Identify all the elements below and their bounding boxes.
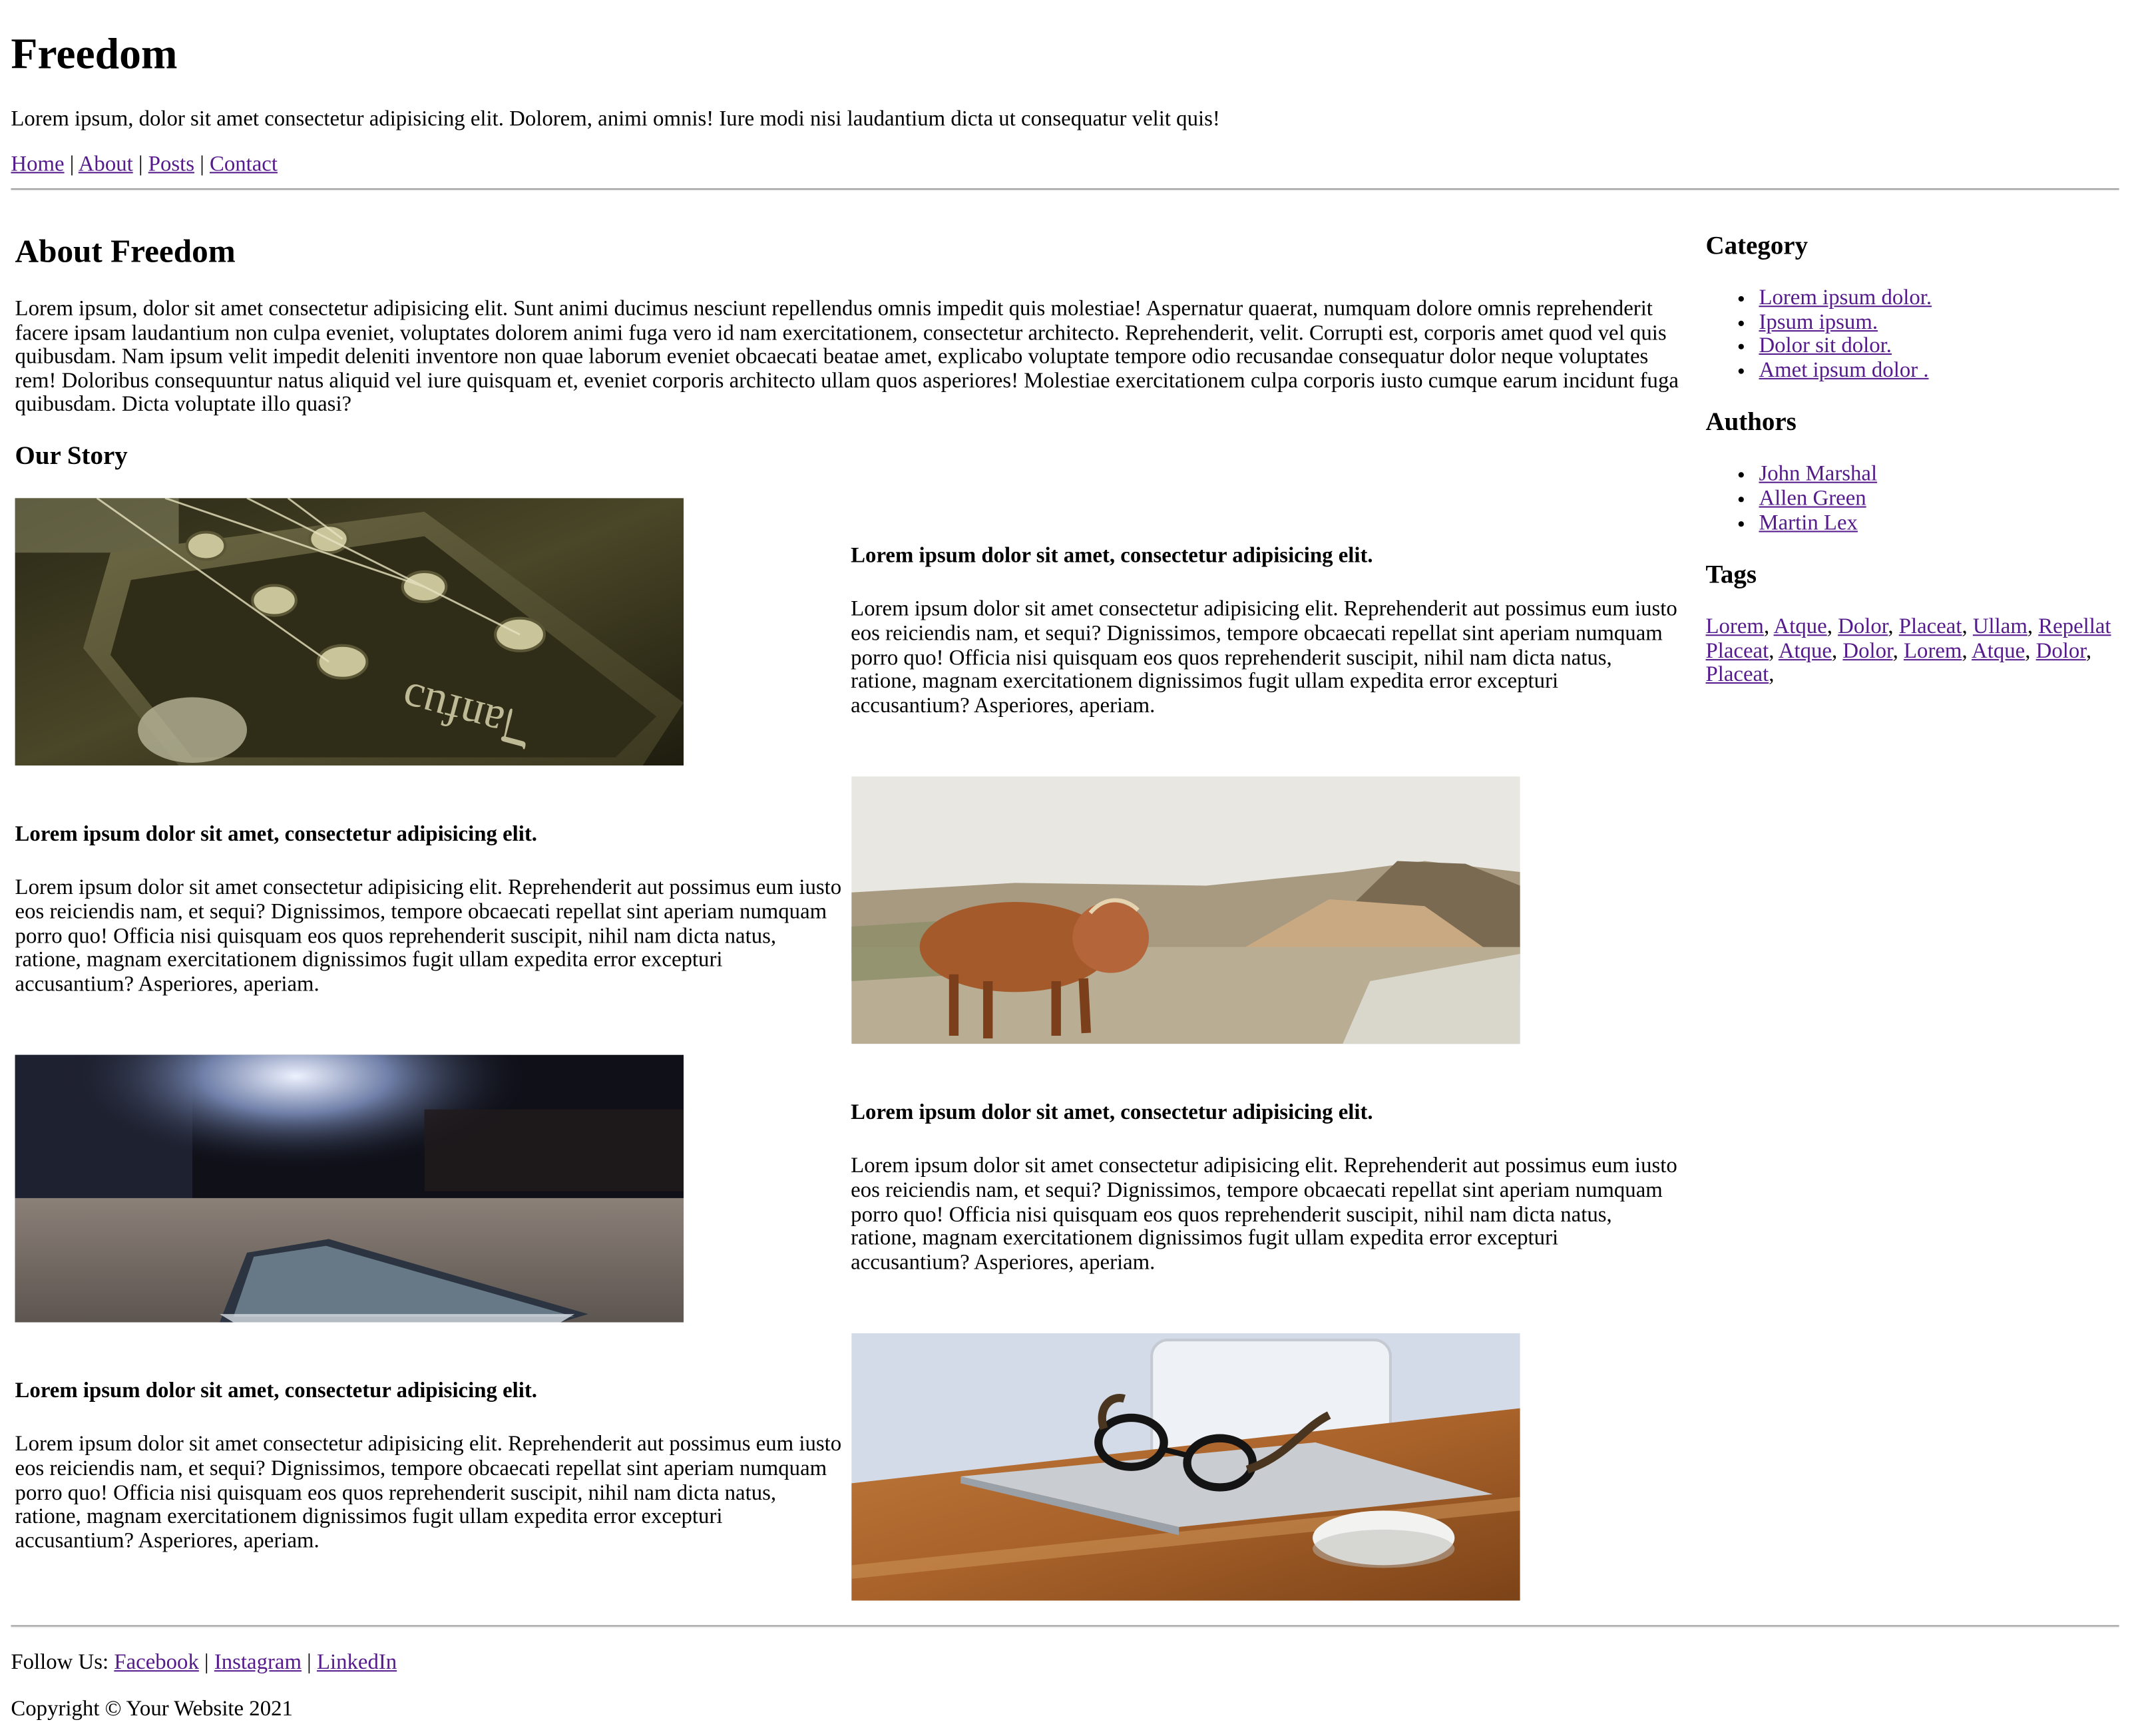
list-item: Lorem ipsum dolor. <box>1759 287 2119 311</box>
tag-link[interactable]: Atque <box>1779 640 1832 663</box>
tag-link[interactable]: Atque <box>1972 640 2025 663</box>
list-item: Amet ipsum dolor . <box>1759 359 2119 383</box>
follow-us: Follow Us: Facebook | Instagram | Linked… <box>11 1651 2119 1675</box>
tag-separator: , <box>2027 615 2033 639</box>
story-heading: Lorem ipsum dolor sit amet, consectetur … <box>15 1380 537 1404</box>
instagram-link[interactable]: Instagram <box>214 1651 302 1674</box>
tag-link[interactable]: Dolor <box>2036 640 2086 663</box>
category-link[interactable]: Amet ipsum dolor . <box>1759 359 1928 382</box>
story-text: Lorem ipsum dolor sit amet, consectetur … <box>15 776 847 1044</box>
story-heading: Lorem ipsum dolor sit amet, consectetur … <box>851 1102 1373 1126</box>
tag-link[interactable]: Lorem <box>1904 640 1962 663</box>
tag-link[interactable]: Placeat <box>1706 640 1769 663</box>
about-title: About Freedom <box>15 234 236 270</box>
laptop-glasses-mouse-photo <box>851 1333 1520 1601</box>
category-list: Lorem ipsum dolor. Ipsum ipsum. Dolor si… <box>1706 287 2119 383</box>
main-nav: Home | About | Posts | Contact <box>11 153 2119 178</box>
tag-link[interactable]: Repellat <box>2038 616 2111 639</box>
facebook-link[interactable]: Facebook <box>114 1651 199 1674</box>
list-item: Ipsum ipsum. <box>1759 311 2119 335</box>
tags-section: Tags Lorem, Atque, Dolor, Placeat, Ullam… <box>1706 561 2119 688</box>
nav-link-posts[interactable]: Posts <box>148 153 194 176</box>
site-footer: Follow Us: Facebook | Instagram | Linked… <box>11 1651 2119 1722</box>
tag-link[interactable]: Ullam <box>1973 616 2027 639</box>
list-item: Allen Green <box>1759 487 2119 511</box>
site-title: Freedom <box>11 29 178 78</box>
category-link[interactable]: Dolor sit dolor. <box>1759 335 1892 358</box>
tag-link[interactable]: Dolor <box>1842 640 1892 663</box>
story-text: Lorem ipsum dolor sit amet, consectetur … <box>851 1055 1682 1323</box>
site-header: Freedom Lorem ipsum, dolor sit amet cons… <box>11 0 2119 178</box>
tag-separator: , <box>1769 664 1775 687</box>
authors-title: Authors <box>1705 408 1797 437</box>
tag-link[interactable]: Atque <box>1774 616 1827 639</box>
story-table: ℸanfuɔ Lorem ipsum dolor sit amet, conse… <box>11 487 1686 1612</box>
nav-separator: | <box>69 152 75 176</box>
story-body: Lorem ipsum dolor sit amet consectetur a… <box>851 598 1677 718</box>
tag-separator: , <box>1888 615 1894 639</box>
nav-link-home[interactable]: Home <box>11 153 64 176</box>
about-text: Lorem ipsum, dolor sit amet consectetur … <box>15 297 1679 417</box>
tag-separator: , <box>1831 639 1838 663</box>
story-heading: Lorem ipsum dolor sit amet, consectetur … <box>15 823 537 847</box>
story-row: Lorem ipsum dolor sit amet, consectetur … <box>15 1054 1683 1323</box>
story-title: Our Story <box>15 442 128 471</box>
category-link[interactable]: Lorem ipsum dolor. <box>1759 287 1932 310</box>
tag-separator: , <box>2025 639 2031 663</box>
footer-separator: | <box>204 1651 209 1675</box>
category-link[interactable]: Ipsum ipsum. <box>1759 311 1878 334</box>
linkedin-link[interactable]: LinkedIn <box>317 1651 397 1674</box>
tag-link[interactable]: Dolor <box>1838 616 1888 639</box>
tag-separator: , <box>2085 639 2092 663</box>
tag-separator: , <box>1962 639 1968 663</box>
footer-divider <box>11 1625 2119 1628</box>
tag-separator: , <box>1763 615 1770 639</box>
story-row: ℸanfuɔ Lorem ipsum dolor sit amet, conse… <box>15 498 1683 765</box>
phone-on-table-photo <box>15 1054 684 1323</box>
tag-link[interactable]: Placeat <box>1706 664 1769 687</box>
tag-link[interactable]: Placeat <box>1899 616 1962 639</box>
list-item: Dolor sit dolor. <box>1759 335 2119 359</box>
list-item: John Marshal <box>1759 463 2119 487</box>
tag-separator: , <box>1826 615 1832 639</box>
story-body: Lorem ipsum dolor sit amet consectetur a… <box>15 1433 842 1553</box>
main-content: About Freedom Lorem ipsum, dolor sit ame… <box>11 191 1682 1612</box>
tag-link[interactable]: Lorem <box>1706 616 1764 639</box>
nav-separator: | <box>200 152 204 176</box>
tag-separator: , <box>1892 639 1898 663</box>
authors-section: Authors John Marshal Allen Green Martin … <box>1706 409 2119 535</box>
authors-list: John Marshal Allen Green Martin Lex <box>1706 463 2119 535</box>
nav-separator: | <box>138 152 143 176</box>
story-text: Lorem ipsum dolor sit amet, consectetur … <box>15 1333 847 1601</box>
story-row: Lorem ipsum dolor sit amet, consectetur … <box>15 1333 1683 1601</box>
copyright: Copyright © Your Website 2021 <box>11 1697 293 1721</box>
tag-separator: , <box>1962 615 1968 639</box>
story-body: Lorem ipsum dolor sit amet consectetur a… <box>851 1155 1677 1275</box>
nav-link-contact[interactable]: Contact <box>210 153 278 176</box>
list-item: Martin Lex <box>1759 511 2119 535</box>
author-link[interactable]: Allen Green <box>1759 487 1866 511</box>
sidebar: Category Lorem ipsum dolor. Ipsum ipsum.… <box>1706 191 2119 1612</box>
content-layout: About Freedom Lorem ipsum, dolor sit ame… <box>11 191 2119 1612</box>
category-section: Category Lorem ipsum dolor. Ipsum ipsum.… <box>1706 232 2119 383</box>
author-link[interactable]: John Marshal <box>1759 463 1877 487</box>
tags-list: Lorem, Atque, Dolor, Placeat, Ullam, Rep… <box>1706 616 2119 688</box>
author-link[interactable]: Martin Lex <box>1759 511 1857 535</box>
guitar-headstock-photo: ℸanfuɔ <box>15 498 684 765</box>
tags-title: Tags <box>1705 560 1757 590</box>
follow-label: Follow Us: <box>11 1651 109 1675</box>
site-tagline: Lorem ipsum, dolor sit amet consectetur … <box>11 107 1220 131</box>
tag-separator: , <box>1769 639 1775 663</box>
story-body: Lorem ipsum dolor sit amet consectetur a… <box>15 877 842 996</box>
story-text: Lorem ipsum dolor sit amet, consectetur … <box>851 498 1682 765</box>
story-heading: Lorem ipsum dolor sit amet, consectetur … <box>851 544 1373 568</box>
footer-separator: | <box>307 1651 312 1675</box>
nav-link-about[interactable]: About <box>79 153 133 176</box>
highland-cow-photo <box>851 776 1520 1044</box>
story-row: Lorem ipsum dolor sit amet, consectetur … <box>15 776 1683 1044</box>
category-title: Category <box>1705 232 1809 261</box>
